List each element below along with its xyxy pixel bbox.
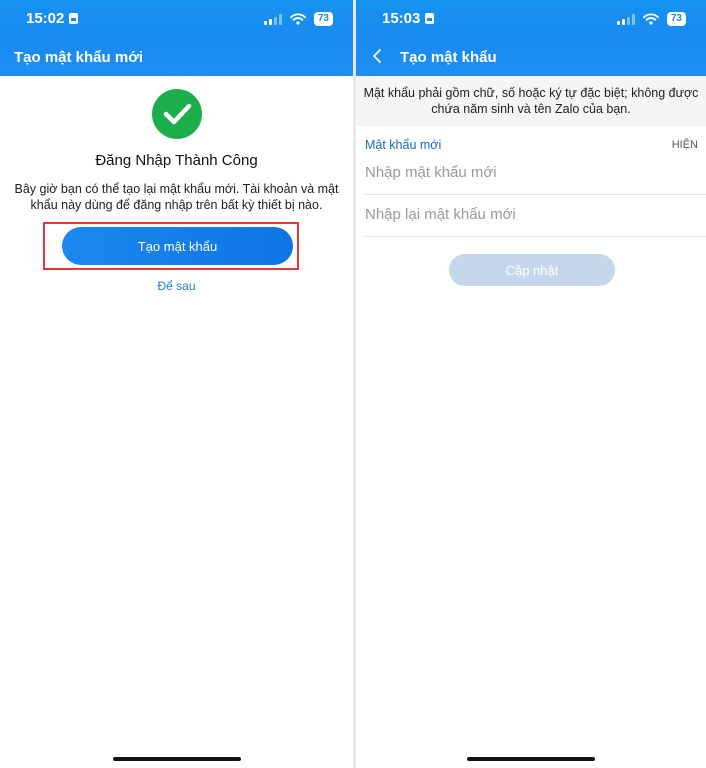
home-indicator[interactable]: [467, 757, 595, 761]
success-screen: 15:02 73 Tạo mật khẩu mới Đăng Nhập Thàn…: [0, 0, 353, 768]
back-button[interactable]: [372, 48, 382, 67]
wifi-icon: [289, 13, 306, 25]
sim-card-icon: [425, 13, 435, 24]
check-icon: [163, 103, 192, 125]
sim-card-icon: [69, 13, 79, 24]
password-requirements-notice: Mật khẩu phải gồm chữ, số hoặc ký tự đặc…: [356, 76, 706, 126]
battery-icon: 73: [666, 12, 686, 26]
show-password-toggle[interactable]: HIỆN: [672, 139, 698, 151]
wifi-icon: [642, 13, 659, 25]
home-indicator[interactable]: [112, 757, 241, 761]
page-title: Tạo mật khẩu mới: [14, 49, 144, 66]
success-description: Bây giờ bạn có thể tạo lại mật khẩu mới.…: [14, 182, 339, 212]
check-circle-icon: [152, 89, 202, 139]
header: Tạo mật khẩu: [356, 40, 706, 76]
chevron-left-icon: [373, 49, 381, 63]
later-link[interactable]: Để sau: [0, 279, 353, 293]
battery-icon: 73: [313, 12, 333, 26]
update-button[interactable]: Cập nhật: [449, 254, 615, 286]
system-icons: 73: [263, 12, 333, 26]
cellular-signal-icon: [263, 13, 282, 25]
new-password-label: Mật khẩu mới: [365, 138, 442, 152]
success-heading: Đăng Nhập Thành Công: [95, 152, 258, 169]
system-icons: 73: [616, 12, 686, 26]
status-bar: 15:02 73: [0, 0, 353, 40]
page-title: Tạo mật khẩu: [400, 49, 497, 66]
confirm-password-field[interactable]: Nhập lại mật khẩu mới: [365, 196, 706, 237]
clock: 15:03: [382, 10, 435, 27]
new-password-field[interactable]: Nhập mật khẩu mới: [365, 154, 706, 195]
clock: 15:02: [26, 10, 79, 27]
confirm-password-placeholder: Nhập lại mật khẩu mới: [365, 206, 516, 223]
new-password-placeholder: Nhập mật khẩu mới: [365, 164, 497, 181]
create-password-screen: 15:03 73 Tạo mật khẩu Mật khẩu phải gồm …: [356, 0, 706, 768]
header: Tạo mật khẩu mới: [0, 40, 353, 76]
cellular-signal-icon: [616, 13, 635, 25]
create-password-button[interactable]: Tạo mật khẩu: [62, 227, 293, 265]
status-bar: 15:03 73: [356, 0, 706, 40]
